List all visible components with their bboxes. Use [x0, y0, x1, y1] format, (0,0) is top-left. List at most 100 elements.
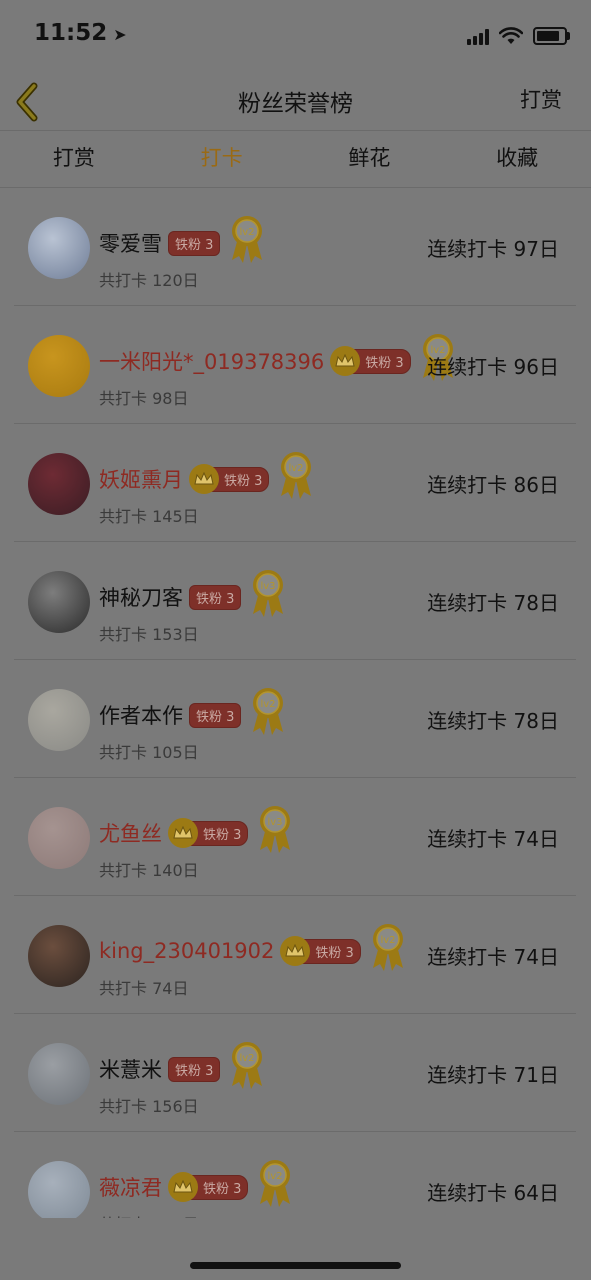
level-medal-icon: lv2: [260, 1160, 291, 1207]
user-name[interactable]: 尤鱼丝: [99, 818, 162, 848]
checkin-streak: 连续打卡 74日: [427, 827, 559, 851]
list-item[interactable]: 妖姬熏月 铁粉 3 lv2 共打卡 145日 连续打卡 86日: [14, 424, 576, 542]
list-item[interactable]: 神秘刀客 铁粉 3 lv3 共打卡 153日 连续打卡 78日: [14, 542, 576, 660]
fan-level-badge: 铁粉 3: [168, 1172, 249, 1202]
fan-level-label: 铁粉 3: [302, 938, 361, 964]
checkin-streak: 连续打卡 71日: [427, 1063, 559, 1087]
level-medal: lv2: [247, 688, 287, 740]
avatar[interactable]: [28, 217, 90, 279]
user-name[interactable]: 妖姬熏月: [99, 464, 183, 494]
checkin-streak: 连续打卡 86日: [427, 473, 559, 497]
tab-favorites[interactable]: 收藏: [443, 131, 591, 187]
level-medal-icon: lv2: [232, 1042, 263, 1089]
level-medal-icon: lv2: [253, 688, 284, 735]
avatar[interactable]: [28, 335, 90, 397]
fan-level-badge: 铁粉 3: [168, 230, 221, 256]
avatar[interactable]: [28, 453, 90, 515]
checkin-streak: 连续打卡 78日: [427, 709, 559, 733]
battery-icon: [533, 27, 570, 45]
fan-level-badge: 铁粉 3: [189, 702, 242, 728]
avatar[interactable]: [28, 807, 90, 869]
total-checkin-days: 共打卡 140日: [99, 861, 199, 880]
fan-list: 零爱雪 铁粉 3 lv2 共打卡 120日 连续打卡 97日 一米阳光*_01937839…: [14, 188, 576, 1218]
total-checkin-days: 共打卡 156日: [99, 1097, 199, 1116]
list-item[interactable]: 一米阳光*_019378396 铁粉 3 lv2 共打卡 98日 连续打卡 96日: [14, 306, 576, 424]
svg-text:lv3: lv3: [268, 817, 283, 828]
level-medal: lv2: [226, 216, 266, 268]
status-time: 11:52 ➤: [34, 20, 127, 46]
fan-level-label: 铁粉 3: [190, 1174, 249, 1200]
total-checkin-days: 共打卡 137日: [99, 1211, 199, 1218]
status-bar: 11:52 ➤: [0, 0, 591, 72]
svg-text:lv2: lv2: [261, 699, 276, 710]
user-name[interactable]: 一米阳光*_019378396: [99, 346, 324, 376]
level-medal: lv2: [226, 1042, 266, 1094]
user-name[interactable]: 零爱雪: [99, 228, 162, 258]
list-item[interactable]: 尤鱼丝 铁粉 3 lv3 共打卡 140日 连续打卡 74日: [14, 778, 576, 896]
svg-text:lv2: lv2: [289, 463, 304, 474]
crown-icon: [194, 472, 214, 485]
avatar[interactable]: [28, 1043, 90, 1105]
checkin-streak: 连续打卡 74日: [427, 945, 559, 969]
tab-checkin[interactable]: 打卡: [148, 131, 296, 187]
fan-level-badge: 铁粉 3: [168, 1056, 221, 1082]
fan-level-badge: 铁粉 3: [189, 584, 242, 610]
cellular-signal-icon: [467, 27, 489, 45]
checkin-streak: 连续打卡 78日: [427, 591, 559, 615]
avatar[interactable]: [28, 689, 90, 751]
list-item[interactable]: 零爱雪 铁粉 3 lv2 共打卡 120日 连续打卡 97日: [14, 188, 576, 306]
level-medal-icon: lv2: [281, 452, 312, 499]
list-item[interactable]: 薇凉君 铁粉 3 lv2 共打卡 137日 连续打卡 64日: [14, 1132, 576, 1218]
fan-level-label: 铁粉 3: [189, 702, 242, 728]
fan-level-badge: 铁粉 3: [280, 936, 361, 966]
name-line: 米薏米 铁粉 3 lv2: [99, 1042, 266, 1094]
fan-level-label: 铁粉 3: [352, 348, 411, 374]
name-line: 神秘刀客 铁粉 3 lv3: [99, 570, 287, 622]
user-name[interactable]: king_230401902: [99, 939, 274, 963]
checkin-streak: 连续打卡 96日: [427, 355, 559, 379]
location-arrow-icon: ➤: [113, 25, 127, 44]
name-line: 零爱雪 铁粉 3 lv2: [99, 216, 266, 268]
fan-level-label: 铁粉 3: [168, 1056, 221, 1082]
svg-text:lv3: lv3: [261, 581, 276, 592]
tab-reward[interactable]: 打赏: [0, 131, 148, 187]
level-medal-icon: lv3: [253, 570, 284, 617]
home-indicator[interactable]: [190, 1262, 401, 1269]
name-line: 薇凉君 铁粉 3 lv2: [99, 1160, 294, 1212]
tab-bar: 打赏 打卡 鲜花 收藏: [0, 131, 591, 188]
fan-level-badge: 铁粉 3: [189, 464, 270, 494]
fan-level-label: 铁粉 3: [211, 466, 270, 492]
user-name[interactable]: 薇凉君: [99, 1172, 162, 1202]
status-icons: [467, 24, 570, 48]
crown-icon: [173, 826, 193, 839]
reward-button[interactable]: 打赏: [520, 84, 562, 114]
level-medal: lv2: [367, 924, 407, 976]
total-checkin-days: 共打卡 74日: [99, 979, 189, 998]
avatar[interactable]: [28, 571, 90, 633]
crown-icon: [285, 944, 306, 957]
fan-level-badge: 铁粉 3: [330, 346, 411, 376]
list-item[interactable]: 米薏米 铁粉 3 lv2 共打卡 156日 连续打卡 71日: [14, 1014, 576, 1132]
list-item[interactable]: king_230401902 铁粉 3 lv2 共打卡 74日 连续打卡 74日: [14, 896, 576, 1014]
user-name[interactable]: 神秘刀客: [99, 582, 183, 612]
level-medal-icon: lv2: [232, 216, 263, 263]
name-line: 一米阳光*_019378396 铁粉 3 lv2: [99, 334, 457, 386]
user-name[interactable]: 作者本作: [99, 700, 183, 730]
nav-bar: 粉丝荣誉榜 打赏: [0, 72, 591, 131]
fan-level-label: 铁粉 3: [189, 584, 242, 610]
name-line: 妖姬熏月 铁粉 3 lv2: [99, 452, 315, 504]
list-item[interactable]: 作者本作 铁粉 3 lv2 共打卡 105日 连续打卡 78日: [14, 660, 576, 778]
level-medal: lv3: [254, 806, 294, 858]
user-name[interactable]: 米薏米: [99, 1054, 162, 1084]
level-medal-icon: lv3: [260, 806, 291, 853]
level-medal-icon: lv2: [372, 924, 403, 971]
avatar[interactable]: [28, 1161, 90, 1218]
name-line: 尤鱼丝 铁粉 3 lv3: [99, 806, 294, 858]
total-checkin-days: 共打卡 153日: [99, 625, 199, 644]
tab-flowers[interactable]: 鲜花: [296, 131, 444, 187]
total-checkin-days: 共打卡 98日: [99, 389, 189, 408]
fan-level-label: 铁粉 3: [168, 230, 221, 256]
svg-text:lv2: lv2: [240, 227, 255, 238]
page-title: 粉丝荣誉榜: [238, 91, 353, 117]
avatar[interactable]: [28, 925, 90, 987]
